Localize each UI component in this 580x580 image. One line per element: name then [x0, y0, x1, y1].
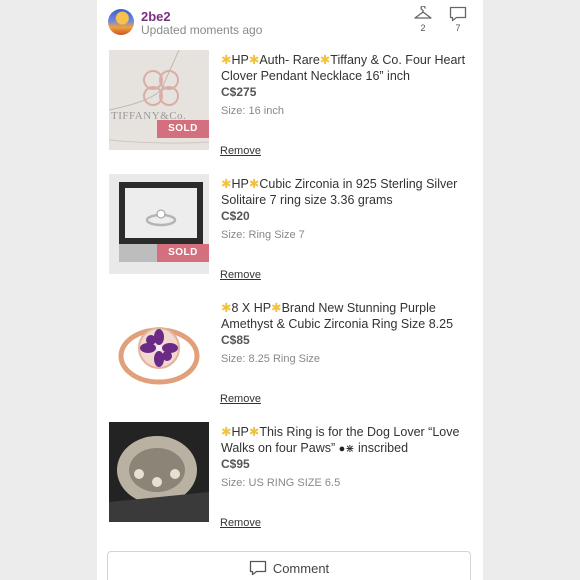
star-icon: ✱	[248, 53, 260, 67]
sold-badge: SOLD	[157, 120, 209, 138]
item-price: C$85	[221, 333, 250, 347]
updated-text: Updated moments ago	[141, 23, 263, 37]
star-icon: ✱	[221, 301, 232, 315]
remove-link[interactable]: Remove	[220, 393, 261, 405]
title-prefix: HP	[231, 177, 249, 191]
item-size: Size: US RING SIZE 6.5	[221, 477, 341, 489]
sold-badge: SOLD	[157, 244, 209, 262]
star-icon: ✱	[221, 425, 232, 439]
item-size: Size: 16 inch	[221, 105, 284, 117]
list-item: TIFFANY&Co. SOLD ✱HP✱Auth- Rare✱Tiffany …	[97, 50, 483, 168]
bundle-header: 2be2 Updated moments ago 2 7	[97, 0, 483, 48]
username[interactable]: 2be2	[141, 9, 171, 24]
title-tail: inscribed	[358, 441, 409, 455]
item-image[interactable]	[109, 298, 209, 398]
item-title[interactable]: ✱HP✱Auth- Rare✱Tiffany & Co. Four Heart …	[221, 52, 471, 84]
item-price: C$95	[221, 457, 250, 471]
list-item: SOLD ✱HP✱Cubic Zirconia in 925 Sterling …	[97, 174, 483, 292]
list-item: ✱8 X HP✱Brand New Stunning Purple Amethy…	[97, 298, 483, 416]
item-size: Size: 8.25 Ring Size	[221, 353, 321, 365]
likes-button[interactable]: 2	[411, 6, 435, 33]
avatar[interactable]	[108, 9, 134, 35]
item-image[interactable]: SOLD	[109, 174, 209, 274]
remove-link[interactable]: Remove	[220, 517, 261, 529]
item-title[interactable]: ✱HP✱This Ring is for the Dog Lover “Love…	[221, 424, 471, 457]
star-icon: ✱	[271, 301, 282, 315]
list-item: ✱HP✱This Ring is for the Dog Lover “Love…	[97, 422, 483, 540]
listing-card: 2be2 Updated moments ago 2 7 TIFFANY&Co.…	[97, 0, 483, 580]
star-icon: ✱	[221, 177, 232, 191]
comments-button[interactable]: 7	[446, 6, 470, 33]
title-prefix: 8 X HP	[231, 301, 272, 315]
item-size: Size: Ring Size 7	[221, 229, 305, 241]
title-middle: Auth- Rare	[259, 53, 320, 67]
paw-ring-image	[109, 422, 209, 522]
paw-icon: ●⋇	[338, 443, 355, 455]
item-title[interactable]: ✱8 X HP✱Brand New Stunning Purple Amethy…	[221, 300, 471, 332]
hanger-icon	[414, 6, 432, 19]
comment-icon	[249, 560, 266, 576]
title-prefix: HP	[231, 53, 249, 67]
item-image[interactable]: TIFFANY&Co. SOLD	[109, 50, 209, 150]
item-price: C$275	[221, 85, 257, 99]
star-icon: ✱	[319, 53, 331, 67]
comment-button[interactable]: Comment	[107, 551, 471, 580]
comment-bubble-icon	[449, 6, 467, 22]
star-icon: ✱	[221, 53, 232, 67]
item-image[interactable]	[109, 422, 209, 522]
item-title[interactable]: ✱HP✱Cubic Zirconia in 925 Sterling Silve…	[221, 176, 471, 208]
title-prefix: HP	[231, 425, 249, 439]
comment-label: Comment	[272, 560, 330, 576]
remove-link[interactable]: Remove	[220, 269, 261, 281]
amethyst-ring-image	[118, 327, 200, 385]
comments-count: 7	[455, 23, 461, 33]
star-icon: ✱	[248, 177, 260, 191]
star-icon: ✱	[248, 425, 260, 439]
item-price: C$20	[221, 209, 250, 223]
remove-link[interactable]: Remove	[220, 145, 261, 157]
likes-count: 2	[420, 23, 426, 33]
